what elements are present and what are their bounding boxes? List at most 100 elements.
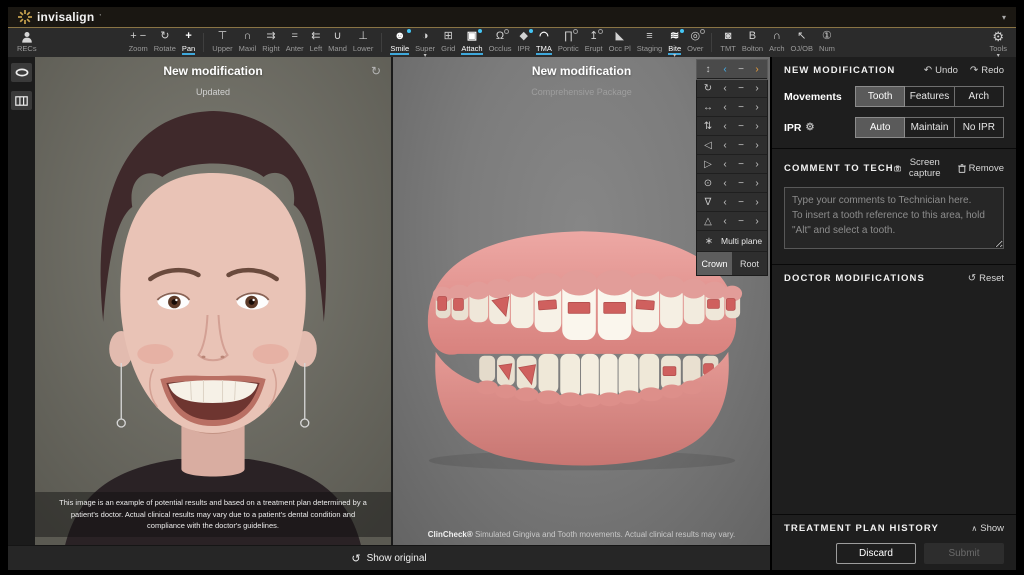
tool-maxil[interactable]: ∩ Maxil bbox=[236, 28, 260, 57]
crown-button[interactable]: Crown bbox=[697, 252, 732, 275]
tool-super[interactable]: ◑ Super bbox=[412, 28, 438, 57]
movement-value[interactable]: − bbox=[733, 98, 749, 117]
comment-to-tech-input[interactable] bbox=[784, 187, 1004, 249]
tooth-movement-panel: ↕ ‹ − › ↻ ‹ − › bbox=[696, 59, 768, 276]
show-original-button[interactable]: ↺ Show original bbox=[8, 545, 770, 570]
movement-decrease-button[interactable]: ‹ bbox=[717, 174, 733, 193]
layout-view-button[interactable] bbox=[11, 91, 32, 110]
tool-tmt[interactable]: ◙ TMT bbox=[717, 28, 738, 57]
tool-bolton[interactable]: B Bolton bbox=[739, 28, 766, 57]
movement-value[interactable]: − bbox=[733, 155, 749, 174]
tool-attach[interactable]: ▣ Attach bbox=[458, 28, 485, 57]
tool-ipr[interactable]: ◆ IPR bbox=[515, 28, 534, 57]
tool-arch[interactable]: ∩ Arch bbox=[766, 28, 787, 57]
movement-decrease-button[interactable]: ‹ bbox=[717, 193, 733, 212]
movement-increase-button[interactable]: › bbox=[749, 60, 765, 79]
movement-decrease-button[interactable]: ‹ bbox=[717, 136, 733, 155]
movement-decrease-button[interactable]: ‹ bbox=[717, 98, 733, 117]
movement-value[interactable]: − bbox=[733, 174, 749, 193]
movement-increase-button[interactable]: › bbox=[749, 79, 765, 98]
tool-left[interactable]: ⇇ Left bbox=[307, 28, 326, 57]
movement-value[interactable]: − bbox=[733, 117, 749, 136]
tool-mand[interactable]: ∪ Mand bbox=[325, 28, 350, 57]
doctor-modifications-list bbox=[772, 294, 1016, 514]
movement-decrease-button[interactable]: ‹ bbox=[717, 117, 733, 136]
tool-over[interactable]: ◎ Over bbox=[684, 28, 706, 57]
model-viewport[interactable]: New modification Comprehensive Package bbox=[391, 57, 770, 545]
movement-increase-button[interactable]: › bbox=[749, 117, 765, 136]
tool-pan[interactable]: + Pan bbox=[179, 28, 198, 57]
viewer-row: ▾ bbox=[8, 57, 770, 545]
redo-button[interactable]: ↷ Redo bbox=[970, 65, 1004, 76]
movement-increase-button[interactable]: › bbox=[749, 174, 765, 193]
toolbar-divider[interactable] bbox=[381, 33, 382, 52]
photo-refresh-icon[interactable]: ↻ bbox=[371, 64, 381, 78]
movement-decrease-button[interactable]: ‹ bbox=[717, 79, 733, 98]
multi-plane-label: Multi plane bbox=[721, 236, 762, 246]
reset-button[interactable]: ↺ Reset bbox=[968, 273, 1004, 284]
tool-ojob[interactable]: ↖ OJ/OB bbox=[788, 28, 817, 57]
tool-zoom[interactable]: + − Zoom bbox=[126, 28, 151, 57]
patient-photo-panel[interactable]: New modification Updated ↻ This image is… bbox=[35, 57, 391, 545]
tool-smile[interactable]: ☻ Smile bbox=[387, 28, 412, 57]
tool-tma[interactable]: ◠ TMA bbox=[533, 28, 555, 57]
tool-upper[interactable]: ⊤ Upper bbox=[209, 28, 235, 57]
ipr-option[interactable]: Auto bbox=[855, 117, 905, 138]
movement-value[interactable]: − bbox=[733, 136, 749, 155]
submit-button[interactable]: Submit bbox=[924, 543, 1004, 564]
movements-option[interactable]: Features bbox=[904, 86, 954, 107]
tool-bite[interactable]: ≋ Bite bbox=[665, 28, 684, 57]
tool-icon: = bbox=[291, 30, 297, 43]
movement-value[interactable]: − bbox=[733, 212, 749, 231]
ipr-settings-gear-icon[interactable]: ⚙ bbox=[806, 122, 815, 133]
tool-icon: ↥ bbox=[589, 30, 598, 43]
tool-recs[interactable]: RECs bbox=[14, 28, 40, 57]
tool-pontic[interactable]: ∏ Pontic bbox=[555, 28, 582, 57]
window-menu-caret-icon[interactable]: ▾ bbox=[1002, 13, 1006, 22]
remove-button[interactable]: Remove bbox=[958, 163, 1004, 174]
discard-button[interactable]: Discard bbox=[836, 543, 916, 564]
movement-type-icon: ◁ bbox=[699, 140, 717, 151]
tool-label: Tools bbox=[989, 44, 1007, 53]
movement-decrease-button[interactable]: ‹ bbox=[717, 155, 733, 174]
tool-lower[interactable]: ⊥ Lower bbox=[350, 28, 376, 57]
tool-occpl[interactable]: ◣ Occ Pl bbox=[606, 28, 634, 57]
tool-tools[interactable]: ⚙ Tools bbox=[986, 28, 1010, 57]
movement-value[interactable]: − bbox=[733, 193, 749, 212]
history-show-button[interactable]: ∧ Show bbox=[971, 523, 1004, 534]
clincheck-brand: ClinCheck® bbox=[428, 530, 473, 539]
movement-increase-button[interactable]: › bbox=[749, 136, 765, 155]
ipr-option[interactable]: Maintain bbox=[904, 117, 954, 138]
tool-grid[interactable]: ⊞ Grid bbox=[438, 28, 458, 57]
brand-name: invisalign bbox=[37, 10, 94, 24]
movement-increase-button[interactable]: › bbox=[749, 98, 765, 117]
tool-staging[interactable]: ≡ Staging bbox=[634, 28, 665, 57]
movement-value[interactable]: − bbox=[733, 79, 749, 98]
toolbar-divider[interactable] bbox=[711, 33, 712, 52]
tool-num[interactable]: ① Num bbox=[816, 28, 838, 57]
screen-capture-button[interactable]: Screen capture bbox=[894, 157, 946, 179]
tool-right[interactable]: ⇉ Right bbox=[259, 28, 283, 57]
movement-decrease-button[interactable]: ‹ bbox=[717, 212, 733, 231]
multi-plane-button[interactable]: ∗ Multi plane bbox=[697, 231, 767, 252]
movement-decrease-button[interactable]: ‹ bbox=[717, 60, 733, 79]
movement-value[interactable]: − bbox=[733, 60, 749, 79]
movements-option[interactable]: Tooth bbox=[855, 86, 905, 107]
movement-increase-button[interactable]: › bbox=[749, 155, 765, 174]
root-button[interactable]: Root bbox=[732, 252, 767, 275]
undo-button[interactable]: ↶ Undo bbox=[924, 65, 958, 76]
movement-torque: ⇅ ‹ − › bbox=[697, 117, 767, 136]
movement-inclination: △ ‹ − › bbox=[697, 212, 767, 231]
tool-anter[interactable]: = Anter bbox=[283, 28, 307, 57]
comment-title: COMMENT TO TECH bbox=[784, 163, 894, 174]
toolbar-divider[interactable] bbox=[203, 33, 204, 52]
tool-rotate[interactable]: ↻ Rotate bbox=[151, 28, 179, 57]
tool-occlus[interactable]: Ω Occlus bbox=[486, 28, 515, 57]
ipr-option[interactable]: No IPR bbox=[954, 117, 1004, 138]
movement-increase-button[interactable]: › bbox=[749, 212, 765, 231]
movements-option[interactable]: Arch bbox=[954, 86, 1004, 107]
movement-increase-button[interactable]: › bbox=[749, 193, 765, 212]
tool-label: Over bbox=[687, 44, 703, 53]
tool-erupt[interactable]: ↥ Erupt bbox=[582, 28, 606, 57]
aligner-view-button[interactable] bbox=[11, 63, 32, 82]
